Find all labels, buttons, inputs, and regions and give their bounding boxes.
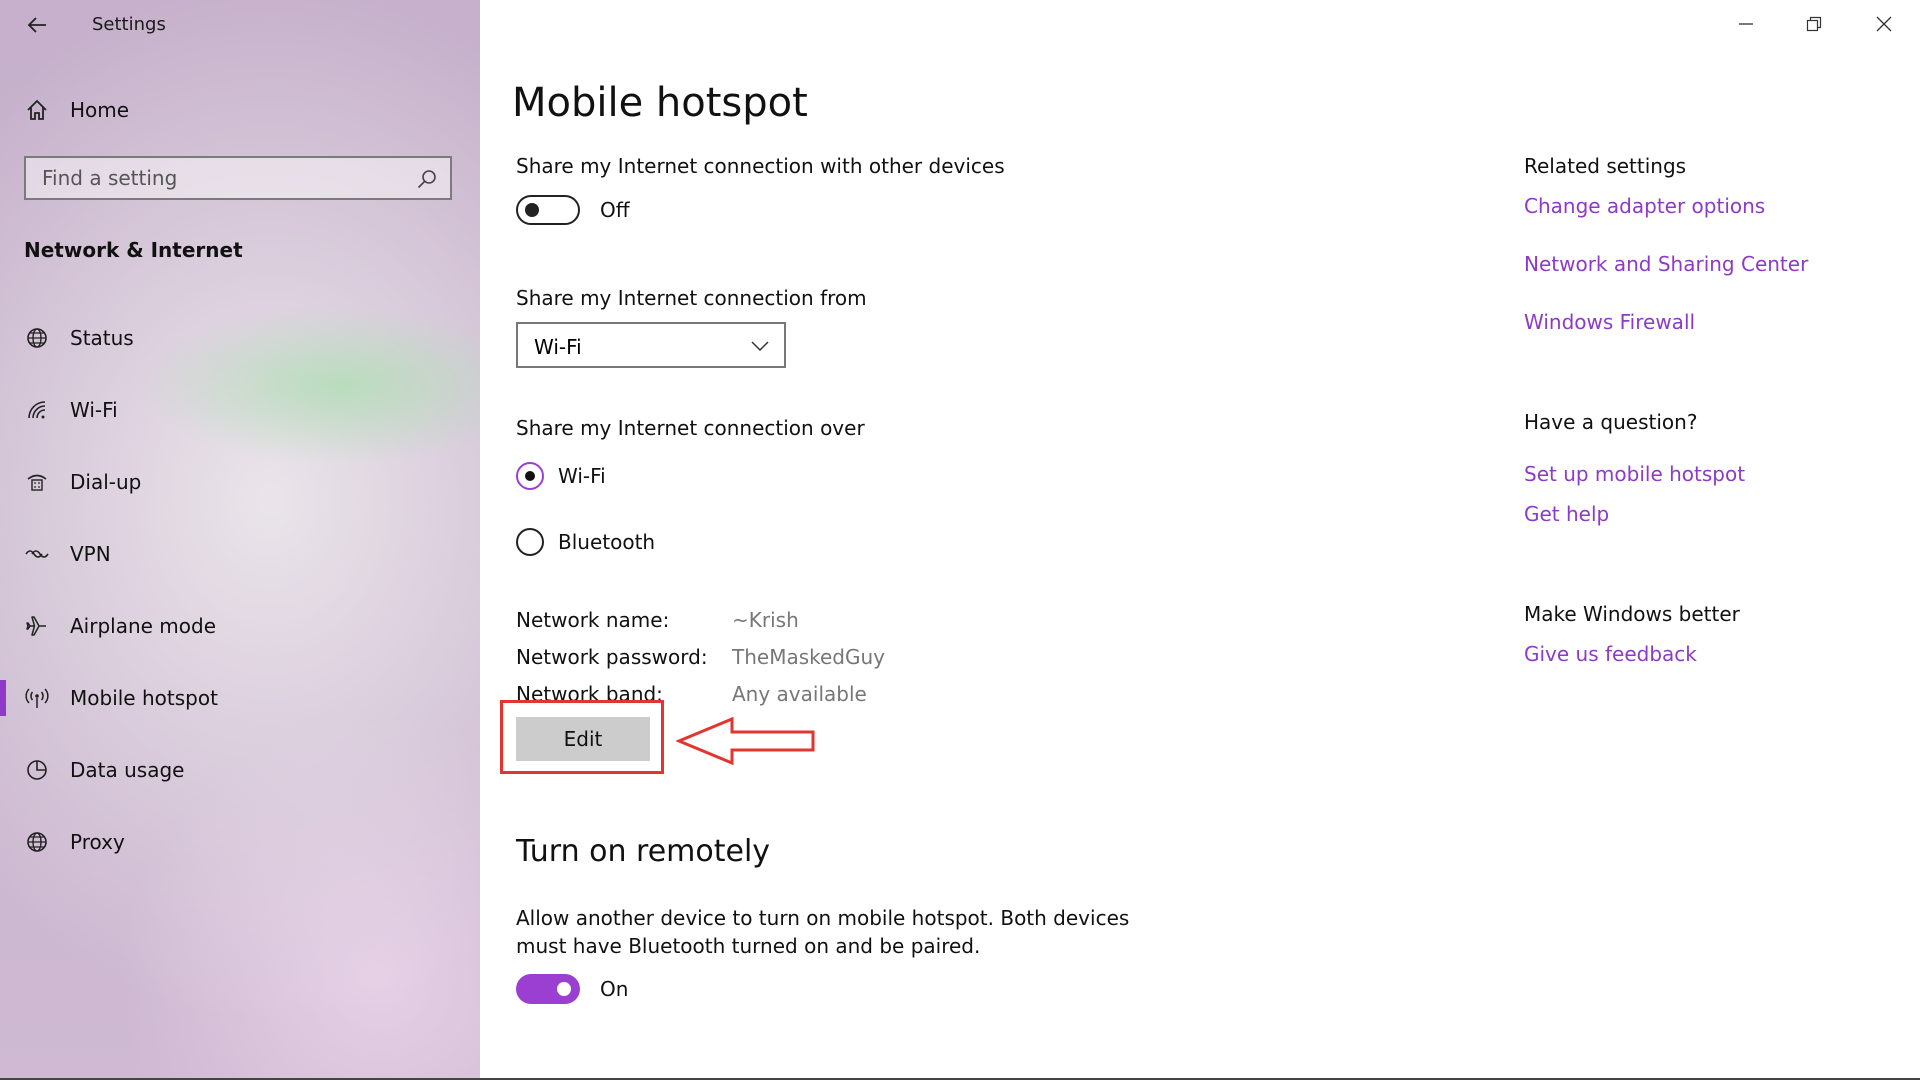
question-heading: Have a question? <box>1524 410 1698 434</box>
sidebar-home-label: Home <box>70 98 130 122</box>
globe-status-icon <box>24 325 50 351</box>
radio-wifi[interactable] <box>516 462 544 490</box>
sidebar-item-label: Status <box>70 326 134 350</box>
feedback-heading: Make Windows better <box>1524 602 1740 626</box>
remote-section-title: Turn on remotely <box>516 834 771 869</box>
chevron-down-icon <box>751 341 769 352</box>
sidebar-item-label: Airplane mode <box>70 614 217 638</box>
hotspot-icon <box>24 685 50 711</box>
globe-icon <box>24 829 50 855</box>
toggle-knob <box>557 982 571 996</box>
back-arrow-icon <box>27 17 46 33</box>
main-content: Mobile hotspot Share my Internet connect… <box>480 0 1920 1080</box>
share-from-dropdown[interactable]: Wi-Fi <box>516 322 786 368</box>
airplane-icon <box>24 613 50 639</box>
share-connection-label: Share my Internet connection with other … <box>516 154 1005 178</box>
link-windows-firewall[interactable]: Windows Firewall <box>1524 310 1695 334</box>
link-give-feedback[interactable]: Give us feedback <box>1524 642 1697 666</box>
share-from-label: Share my Internet connection from <box>516 286 867 310</box>
search-box <box>24 156 452 200</box>
sidebar-item-dialup[interactable]: Dial-up <box>0 454 480 510</box>
link-get-help[interactable]: Get help <box>1524 502 1609 526</box>
annotation-highlight-box <box>500 700 664 774</box>
share-connection-toggle[interactable] <box>516 195 580 225</box>
dialup-icon <box>24 469 50 495</box>
network-name-label: Network name: <box>516 608 670 632</box>
annotation-arrow-icon <box>676 716 815 766</box>
sidebar: Settings Home Network & Internet Status … <box>0 0 480 1080</box>
sidebar-item-wifi[interactable]: Wi-Fi <box>0 382 480 438</box>
home-icon <box>24 97 50 123</box>
share-toggle-state: Off <box>600 198 630 222</box>
page-title: Mobile hotspot <box>512 80 808 126</box>
radio-bluetooth-label: Bluetooth <box>558 530 656 554</box>
sidebar-item-proxy[interactable]: Proxy <box>0 814 480 870</box>
sidebar-item-label: Mobile hotspot <box>70 686 218 710</box>
sidebar-item-home[interactable]: Home <box>0 82 480 138</box>
vpn-icon <box>24 541 50 567</box>
toggle-knob <box>525 203 539 217</box>
sidebar-item-data-usage[interactable]: Data usage <box>0 742 480 798</box>
share-over-label: Share my Internet connection over <box>516 416 865 440</box>
radio-wifi-label: Wi-Fi <box>558 464 606 488</box>
remote-toggle[interactable] <box>516 974 580 1004</box>
search-input[interactable] <box>26 158 450 198</box>
search-icon[interactable] <box>416 168 438 190</box>
sidebar-item-label: Proxy <box>70 830 125 854</box>
network-name-value: ~Krish <box>732 608 799 632</box>
sidebar-item-status[interactable]: Status <box>0 310 480 366</box>
sidebar-item-label: VPN <box>70 542 111 566</box>
link-network-sharing-center[interactable]: Network and Sharing Center <box>1524 252 1808 276</box>
data-usage-icon <box>24 757 50 783</box>
sidebar-item-airplane[interactable]: Airplane mode <box>0 598 480 654</box>
link-change-adapter-options[interactable]: Change adapter options <box>1524 194 1765 218</box>
remote-toggle-state: On <box>600 977 629 1001</box>
sidebar-item-mobile-hotspot[interactable]: Mobile hotspot <box>0 670 480 726</box>
related-settings-heading: Related settings <box>1524 154 1687 178</box>
app-title: Settings <box>92 14 166 35</box>
network-password-label: Network password: <box>516 645 708 669</box>
link-setup-mobile-hotspot[interactable]: Set up mobile hotspot <box>1524 462 1745 486</box>
sidebar-item-vpn[interactable]: VPN <box>0 526 480 582</box>
wifi-icon <box>24 397 50 423</box>
sidebar-item-label: Dial-up <box>70 470 142 494</box>
active-indicator <box>0 680 6 716</box>
network-password-value: TheMaskedGuy <box>732 645 886 669</box>
sidebar-item-label: Data usage <box>70 758 185 782</box>
share-from-value: Wi-Fi <box>534 335 582 359</box>
remote-description: Allow another device to turn on mobile h… <box>516 906 1130 958</box>
radio-dot <box>525 471 535 481</box>
back-button[interactable] <box>22 10 52 40</box>
sidebar-item-label: Wi-Fi <box>70 398 118 422</box>
radio-bluetooth[interactable] <box>516 528 544 556</box>
network-band-value: Any available <box>732 682 867 706</box>
sidebar-section-title: Network & Internet <box>24 238 243 262</box>
